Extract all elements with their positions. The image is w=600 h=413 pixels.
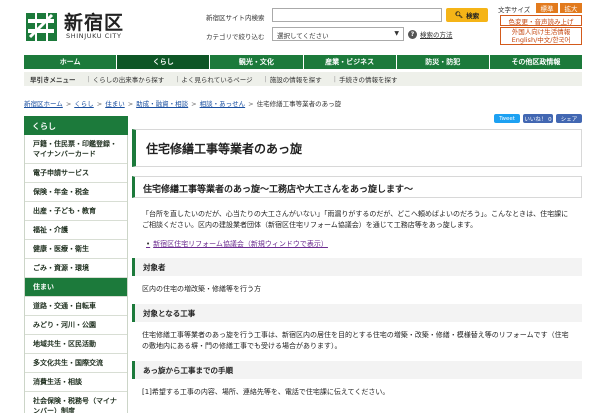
category-select[interactable]: 選択してください ▼ (272, 27, 404, 41)
category-select-value: 選択してください (277, 32, 329, 40)
search-button[interactable]: 🔍︎ 検索 (446, 8, 488, 22)
work-paragraph: 住宅修繕工事等業者のあっ旋を行う工事は、新宿区内の居住を目的とする住宅の増築・改… (142, 331, 569, 350)
quick-menu-title: 早引きメニュー (30, 76, 76, 84)
side-item-insurance[interactable]: 保険・年金・税金 (25, 183, 127, 202)
quick-menu-item[interactable]: | 手続きの情報を探す (328, 74, 404, 84)
main-content: 住宅修繕工事等業者のあっ旋 住宅修繕工事等業者のあっ旋～工務店や大工さんをあっ旋… (132, 129, 582, 398)
gnav-business[interactable]: 産業・ビジネス (303, 55, 397, 69)
category-label: カテゴリで絞り込む (206, 33, 265, 41)
side-item-garbage[interactable]: ごみ・資源・環境 (25, 259, 127, 278)
gnav-kurashi[interactable]: くらし (117, 55, 211, 69)
section-title: 住宅修繕工事等業者のあっ旋～工務店や大工さんをあっ旋します～ (132, 176, 582, 198)
facebook-share-button[interactable]: シェア (556, 114, 582, 123)
breadcrumb-link[interactable]: くらし (74, 100, 94, 108)
site-header: 新宿区 SHINJUKU CITY 新宿区サイト内検索 🔍︎ 検索 カテゴリで絞… (0, 0, 600, 54)
side-menu-list: 戸籍・住民票・印鑑登録・マイナンバーカード 電子申請サービス 保険・年金・税金 … (24, 135, 128, 413)
side-item-e-application[interactable]: 電子申請サービス (25, 164, 127, 183)
side-item-children[interactable]: 出産・子ども・教育 (25, 202, 127, 221)
heading-work: 対象となる工事 (132, 304, 582, 322)
heading-target: 対象者 (132, 258, 582, 276)
breadcrumb-link[interactable]: 住まい (105, 100, 125, 108)
quick-menu-item[interactable]: | 施設の情報を探す (259, 74, 328, 84)
side-item-community[interactable]: 地域共生・区民活動 (25, 335, 127, 354)
side-item-social-security[interactable]: 社会保険・税務号（マイナンバー）制度 (25, 392, 127, 413)
quick-menu-label: 施設の情報を探す (269, 76, 322, 84)
foreign-language-button[interactable]: 外国人向け生活情報 English/中文/한국어 (500, 27, 582, 45)
breadcrumb-link[interactable]: 新宿区ホーム (24, 100, 63, 108)
page-title: 住宅修繕工事等業者のあっ旋 (132, 129, 582, 167)
quick-menu-label: よく見られているページ (181, 76, 253, 84)
reform-council-link[interactable]: • 新宿区住宅リフォーム協議会（新規ウィンドウで表示） (146, 239, 582, 249)
tweet-button[interactable]: Tweet (494, 114, 520, 123)
reform-council-link-label: 新宿区住宅リフォーム協議会（新規ウィンドウで表示） (153, 240, 328, 248)
gnav-other[interactable]: その他区政情報 (489, 55, 583, 69)
search-icon: 🔍︎ (454, 11, 464, 19)
side-item-health[interactable]: 健康・医療・衛生 (25, 240, 127, 259)
breadcrumb-separator-icon: > (127, 100, 134, 108)
separator-icon: | (87, 75, 90, 83)
breadcrumb: 新宿区ホーム > くらし > 住まい > 助成・融資・相談 > 相談・あっせん > 住宅修繕工事等業… (24, 98, 341, 108)
gnav-home[interactable]: ホーム (24, 55, 118, 69)
breadcrumb-separator-icon: > (191, 100, 197, 108)
quick-menu: 早引きメニュー | くらしの出来事から探す | よく見られているページ | 施設の情報… (24, 72, 582, 86)
quick-menu-label: 手続きの情報を探す (339, 76, 398, 84)
intro-paragraph: 「台所を直したいのだが、心当たりの大工さんがいない」「雨漏りがするのだが、どこへ… (142, 210, 569, 229)
quick-menu-label: くらしの出来事から探す (92, 76, 165, 84)
target-paragraph: 区内の住宅の増改築・修繕等を行う方 (142, 285, 261, 293)
search-label: 新宿区サイト内検索 (206, 14, 265, 22)
logo-subtext: SHINJUKU CITY (66, 32, 122, 40)
side-menu: くらし 戸籍・住民票・印鑑登録・マイナンバーカード 電子申請サービス 保険・年金… (24, 116, 128, 413)
breadcrumb-link[interactable]: 助成・融資・相談 (136, 100, 188, 108)
quick-menu-item[interactable]: | よく見られているページ (170, 74, 258, 84)
question-icon: ? (408, 29, 417, 39)
font-size-label: 文字サイズ (498, 6, 531, 14)
side-item-welfare[interactable]: 福祉・介護 (25, 221, 127, 240)
breadcrumb-link[interactable]: 相談・あっせん (200, 100, 246, 108)
breadcrumb-separator-icon: > (65, 100, 72, 108)
gnav-tourism[interactable]: 観光・文化 (210, 55, 304, 69)
search-help-label: 検索の方法 (420, 31, 453, 39)
font-large-button[interactable]: 拡大 (560, 3, 582, 13)
side-item-multicultural[interactable]: 多文化共生・国際交流 (25, 354, 127, 373)
breadcrumb-separator-icon: > (96, 100, 103, 108)
separator-icon: | (333, 75, 336, 83)
side-menu-title[interactable]: くらし (24, 116, 128, 135)
search-input[interactable] (272, 8, 442, 22)
heading-flow: あっ旋から工事までの手順 (132, 361, 582, 379)
search-button-label: 検索 (466, 12, 480, 20)
logo-text[interactable]: 新宿区 (64, 8, 124, 35)
foreign-button-line2: English/中文/한국어 (511, 36, 571, 44)
quick-menu-item[interactable]: | くらしの出来事から探す (82, 74, 171, 84)
global-nav: ホーム くらし 観光・文化 産業・ビジネス 防災・防犯 その他区政情報 (24, 55, 583, 69)
side-item-housing[interactable]: 住まい (25, 278, 127, 297)
side-item-koseki[interactable]: 戸籍・住民票・印鑑登録・マイナンバーカード (25, 135, 127, 164)
gnav-disaster[interactable]: 防災・防犯 (396, 55, 490, 69)
separator-icon: | (176, 75, 179, 83)
shinjuku-logo-icon[interactable] (24, 9, 60, 45)
foreign-button-line1: 外国人向け生活情報 (511, 28, 571, 36)
color-voice-button[interactable]: 色変更・音声読み上げ (500, 15, 582, 26)
facebook-like-button[interactable]: いいね！ 0 (523, 114, 553, 123)
side-item-roads[interactable]: 道路・交通・自転車 (25, 297, 127, 316)
chevron-down-icon: ▼ (394, 30, 399, 37)
flow-paragraph: [1]希望する工事の内容、場所、連絡先等を、電話で住宅課に伝えてください。 (142, 388, 390, 396)
breadcrumb-current: 住宅修繕工事等業者のあっ旋 (256, 100, 342, 108)
side-item-parks[interactable]: みどり・河川・公園 (25, 316, 127, 335)
side-item-consumer[interactable]: 消費生活・相談 (25, 373, 127, 392)
search-help-link[interactable]: ? 検索の方法 (408, 29, 453, 39)
separator-icon: | (264, 75, 267, 83)
breadcrumb-separator-icon: > (248, 100, 254, 108)
bullet-icon: • (146, 240, 151, 248)
font-standard-button[interactable]: 標準 (536, 3, 558, 13)
